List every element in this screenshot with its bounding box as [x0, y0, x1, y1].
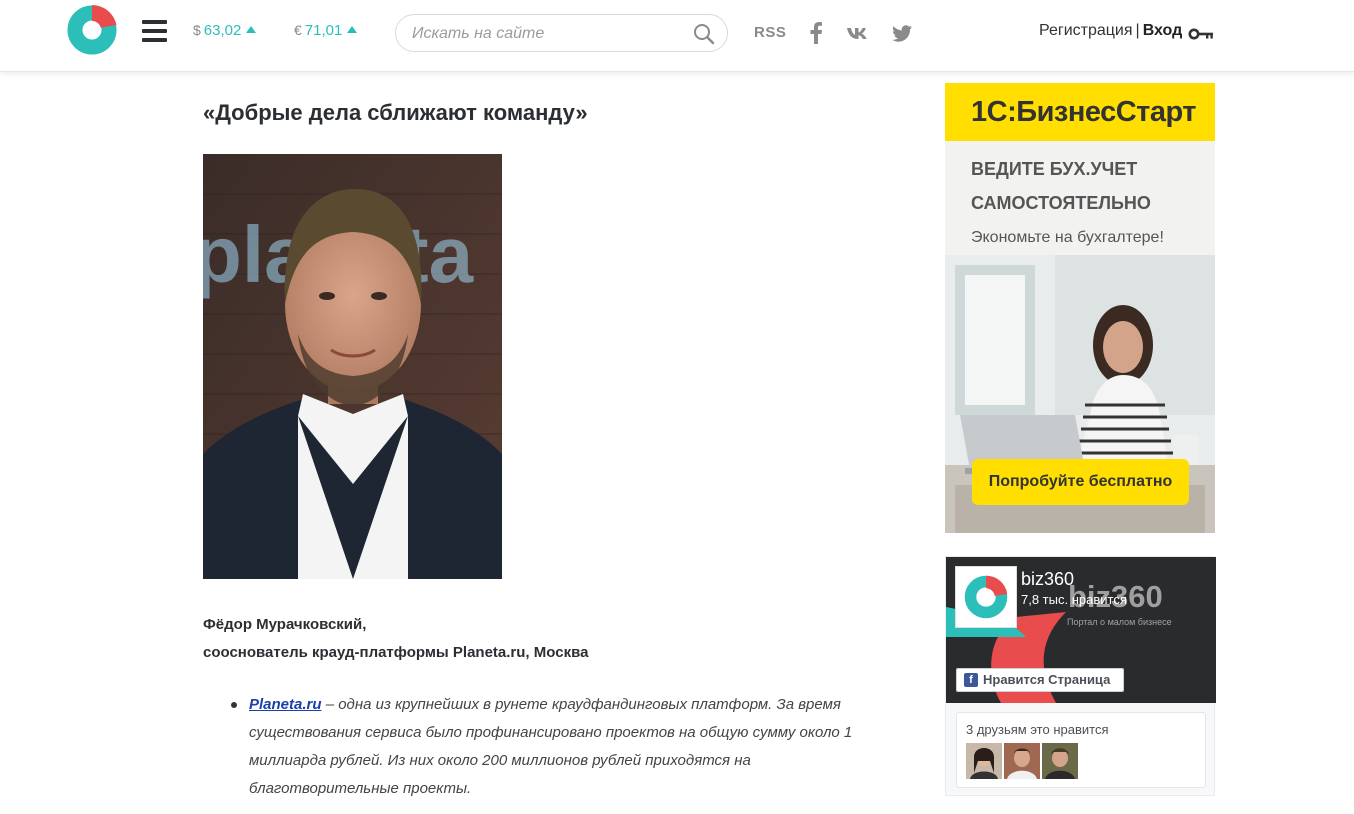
register-link[interactable]: Регистрация — [1039, 22, 1133, 39]
fb-page-logo[interactable] — [955, 566, 1017, 628]
avatar[interactable] — [966, 743, 1002, 779]
site-header: $63,02 €71,01 RSS Регистрация|Вход — [0, 0, 1354, 72]
up-arrow-icon — [246, 26, 257, 33]
ad-cta-button[interactable]: Попробуйте бесплатно — [972, 459, 1189, 505]
fb-like-page-button[interactable]: f Нравится Страница — [956, 668, 1124, 692]
site-logo[interactable] — [67, 5, 117, 55]
article-title: «Добрые дела сближают команду» — [203, 100, 588, 125]
key-icon[interactable] — [1188, 28, 1214, 40]
ad-subline: Экономьте на бухгалтере! — [971, 229, 1164, 246]
eur-value: 71,01 — [304, 22, 343, 39]
fb-like-label: Нравится Страница — [983, 672, 1111, 687]
menu-icon[interactable] — [142, 20, 167, 44]
eur-symbol: € — [294, 22, 302, 38]
fb-friends-label: 3 друзьям это нравится — [966, 722, 1109, 737]
ad-headline-2: САМОСТОЯТЕЛЬНО — [971, 193, 1151, 213]
author-photo: planeta — [203, 154, 502, 579]
planeta-link[interactable]: Planeta.ru — [249, 696, 322, 713]
auth-links: Регистрация | Вход — [1039, 22, 1182, 40]
fb-likes-count: 7,8 тыс. нравится — [1021, 592, 1127, 607]
search-input[interactable] — [412, 23, 682, 45]
twitter-icon[interactable] — [891, 22, 913, 44]
usd-symbol: $ — [193, 22, 201, 38]
bullet-body: – одна из крупнейших в рунете краудфанди… — [249, 696, 853, 797]
login-link[interactable]: Вход — [1143, 22, 1183, 39]
fb-cover[interactable]: biz360 Портал о малом бизнесе biz360 7,8… — [946, 557, 1216, 703]
caption-name: Фёдор Мурачковский, — [203, 616, 367, 633]
facebook-widget: biz360 Портал о малом бизнесе biz360 7,8… — [945, 556, 1216, 796]
fb-page-name[interactable]: biz360 — [1021, 569, 1074, 590]
vk-icon[interactable] — [846, 22, 870, 44]
ad-headline-1: ВЕДИТЕ БУХ.УЧЕТ — [971, 159, 1138, 179]
avatar[interactable] — [1042, 743, 1078, 779]
usd-value: 63,02 — [203, 22, 242, 39]
facebook-icon[interactable] — [809, 22, 823, 44]
auth-separator: | — [1135, 22, 1140, 39]
avatar[interactable] — [1004, 743, 1040, 779]
caption-role: сооснователь крауд-платформы Planeta.ru,… — [203, 644, 589, 661]
search-icon[interactable] — [693, 23, 715, 45]
ad-banner[interactable]: 1С:БизнесСтарт ВЕДИТЕ БУХ.УЧЕТ САМОСТОЯТ… — [945, 83, 1215, 533]
up-arrow-icon — [347, 26, 358, 33]
bullet-text: Planeta.ru – одна из крупнейших в рунете… — [249, 691, 901, 803]
eur-rate: €71,01 — [294, 22, 358, 39]
ad-header: 1С:БизнесСтарт — [945, 83, 1215, 141]
bullet-dot — [231, 702, 237, 708]
photo-caption: Фёдор Мурачковский, сооснователь крауд-п… — [203, 611, 588, 667]
fb-tagline: Портал о малом бизнесе — [1067, 617, 1172, 627]
facebook-icon: f — [964, 673, 978, 687]
search-box — [395, 14, 728, 52]
usd-rate: $63,02 — [193, 22, 257, 39]
list-item: Planeta.ru – одна из крупнейших в рунете… — [231, 691, 901, 803]
ad-brand: 1С:БизнесСтарт — [971, 96, 1197, 128]
fb-friends-box: 3 друзьям это нравится — [956, 712, 1206, 788]
rss-link[interactable]: RSS — [754, 24, 786, 41]
